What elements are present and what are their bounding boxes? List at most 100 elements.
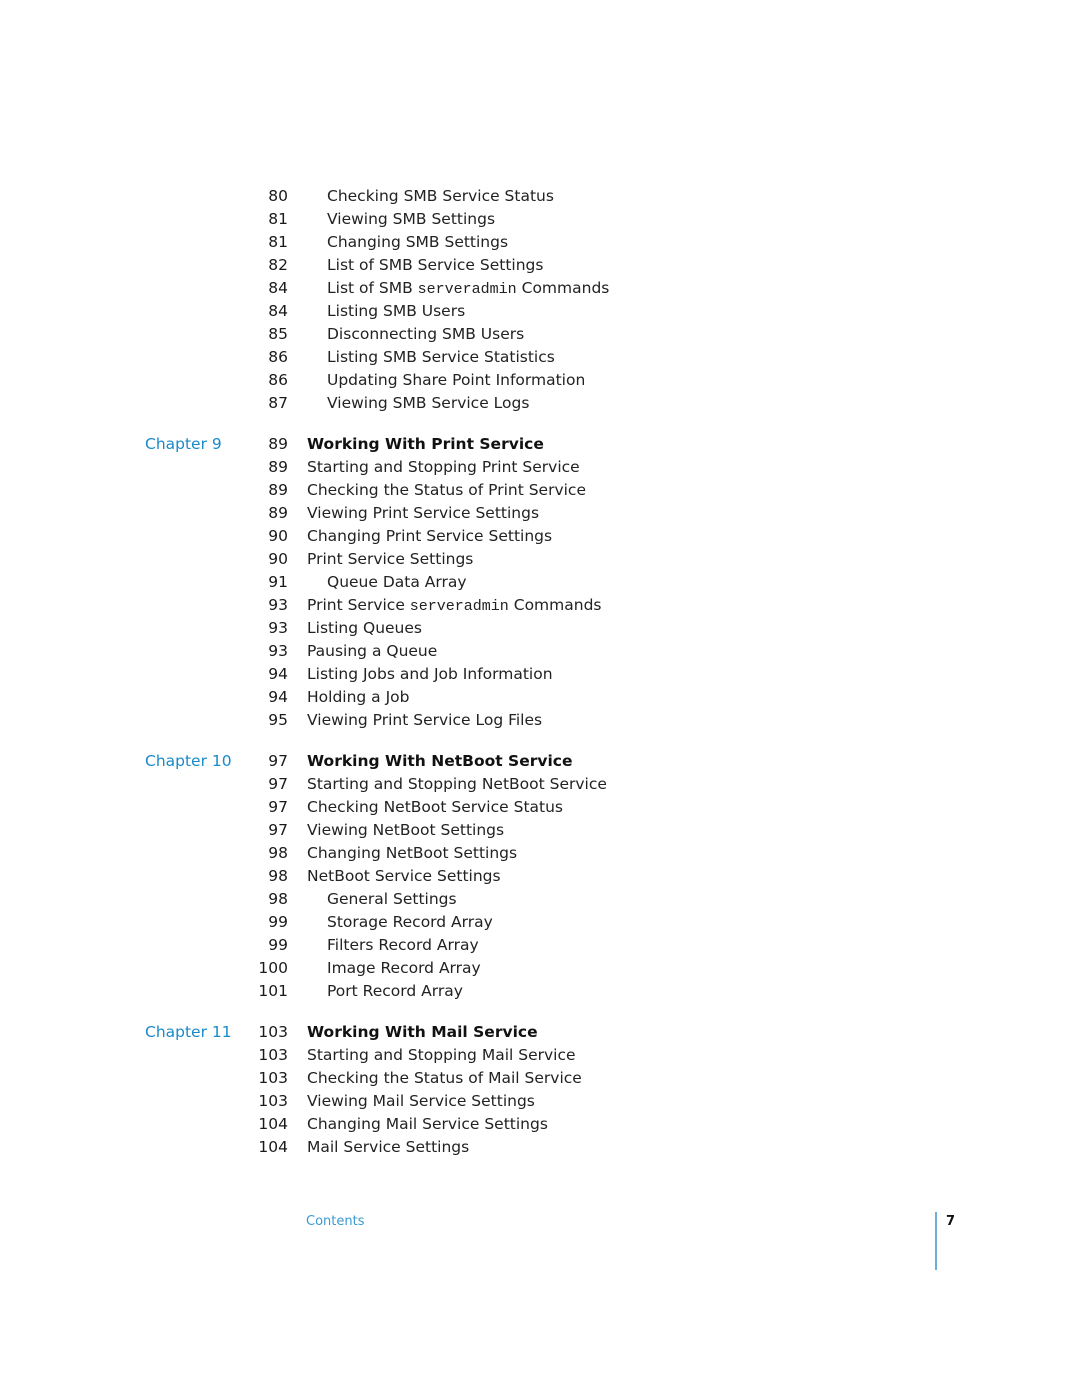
toc-entry[interactable]: 93 Listing Queues — [0, 617, 1080, 640]
title-fragment: Commands — [508, 596, 602, 614]
toc-entry[interactable]: 101 Port Record Array — [0, 980, 1080, 1003]
title-fragment: List of SMB — [327, 279, 418, 297]
toc-entry-title[interactable]: Changing SMB Settings — [327, 231, 508, 254]
toc-entry-title[interactable]: Print Service Settings — [307, 548, 473, 571]
toc-entry[interactable]: 93 Print Service serveradmin Commands — [0, 594, 1080, 617]
toc-entry[interactable]: 81 Viewing SMB Settings — [0, 208, 1080, 231]
toc-page-number: 94 — [268, 688, 288, 706]
toc-entry-title[interactable]: Print Service serveradmin Commands — [307, 594, 602, 618]
toc-entry[interactable]: 94 Listing Jobs and Job Information — [0, 663, 1080, 686]
toc-entry-title[interactable]: Viewing SMB Settings — [327, 208, 495, 231]
toc-entry[interactable]: 89 Checking the Status of Print Service — [0, 479, 1080, 502]
toc-entry-title[interactable]: Working With Mail Service — [307, 1021, 538, 1044]
toc-entry[interactable]: 80 Checking SMB Service Status — [0, 185, 1080, 208]
toc-entry-title[interactable]: Listing Jobs and Job Information — [307, 663, 553, 686]
toc-entry-title[interactable]: Filters Record Array — [327, 934, 479, 957]
command-name: serveradmin — [417, 281, 517, 298]
toc-entry-title[interactable]: Checking the Status of Print Service — [307, 479, 586, 502]
toc-entry[interactable]: 103 Checking the Status of Mail Service — [0, 1067, 1080, 1090]
toc-entry[interactable]: 98 General Settings — [0, 888, 1080, 911]
toc-entry[interactable]: 85 Disconnecting SMB Users — [0, 323, 1080, 346]
toc-entry-title[interactable]: Changing Print Service Settings — [307, 525, 552, 548]
toc-entry-title[interactable]: Checking SMB Service Status — [327, 185, 554, 208]
toc-entry[interactable]: 86 Updating Share Point Information — [0, 369, 1080, 392]
footer-divider — [935, 1212, 937, 1270]
toc-entry-title[interactable]: Starting and Stopping Print Service — [307, 456, 580, 479]
toc-entry[interactable]: 82 List of SMB Service Settings — [0, 254, 1080, 277]
toc-entry[interactable]: 97 Viewing NetBoot Settings — [0, 819, 1080, 842]
toc-entry-title[interactable]: Checking NetBoot Service Status — [307, 796, 563, 819]
toc-entry[interactable]: 86 Listing SMB Service Statistics — [0, 346, 1080, 369]
toc-entry[interactable]: 103 Starting and Stopping Mail Service — [0, 1044, 1080, 1067]
toc-entry-title[interactable]: Viewing SMB Service Logs — [327, 392, 529, 415]
chapter-heading-entry[interactable]: Chapter 11 103 Working With Mail Service — [0, 1021, 1080, 1044]
toc-page-number: 103 — [258, 1092, 288, 1110]
toc-entry-title[interactable]: Disconnecting SMB Users — [327, 323, 524, 346]
chapter-label[interactable]: Chapter 11 — [145, 1021, 232, 1044]
toc-entry[interactable]: 99 Filters Record Array — [0, 934, 1080, 957]
toc-entry-title[interactable]: Listing Queues — [307, 617, 422, 640]
command-name: serveradmin — [409, 598, 509, 615]
toc-entry-title[interactable]: List of SMB Service Settings — [327, 254, 543, 277]
toc-entry-title[interactable]: Holding a Job — [307, 686, 410, 709]
toc-entry-title[interactable]: Listing SMB Users — [327, 300, 465, 323]
toc-entry[interactable]: 93 Pausing a Queue — [0, 640, 1080, 663]
toc-page-number: 86 — [268, 348, 288, 366]
toc-entry-title[interactable]: Changing Mail Service Settings — [307, 1113, 548, 1136]
toc-entry[interactable]: 104 Changing Mail Service Settings — [0, 1113, 1080, 1136]
toc-entry-title[interactable]: Image Record Array — [327, 957, 481, 980]
toc-entry[interactable]: 94 Holding a Job — [0, 686, 1080, 709]
toc-entry-title[interactable]: Viewing Mail Service Settings — [307, 1090, 535, 1113]
toc-entry-title[interactable]: Working With NetBoot Service — [307, 750, 572, 773]
toc-entry-title[interactable]: Viewing NetBoot Settings — [307, 819, 504, 842]
toc-entry[interactable]: 90 Print Service Settings — [0, 548, 1080, 571]
toc-page-number: 89 — [268, 458, 288, 476]
toc-entry[interactable]: 99 Storage Record Array — [0, 911, 1080, 934]
toc-entry-title[interactable]: Checking the Status of Mail Service — [307, 1067, 582, 1090]
toc-entry-title[interactable]: Changing NetBoot Settings — [307, 842, 517, 865]
toc-entry[interactable]: 95 Viewing Print Service Log Files — [0, 709, 1080, 732]
toc-entry-title[interactable]: Storage Record Array — [327, 911, 493, 934]
toc-entry-title[interactable]: Pausing a Queue — [307, 640, 437, 663]
toc-entry[interactable]: 103 Viewing Mail Service Settings — [0, 1090, 1080, 1113]
toc-page-number: 103 — [258, 1046, 288, 1064]
toc-entry[interactable]: 84 Listing SMB Users — [0, 300, 1080, 323]
toc-entry-title[interactable]: Mail Service Settings — [307, 1136, 469, 1159]
toc-entry-title[interactable]: Viewing Print Service Log Files — [307, 709, 542, 732]
toc-entry[interactable]: 84 List of SMB serveradmin Commands — [0, 277, 1080, 300]
toc-entry-title[interactable]: NetBoot Service Settings — [307, 865, 501, 888]
toc-page-number: 98 — [268, 867, 288, 885]
chapter-label[interactable]: Chapter 9 — [145, 433, 222, 456]
toc-page-number: 93 — [268, 642, 288, 660]
toc-entry-title[interactable]: Port Record Array — [327, 980, 463, 1003]
chapter-label[interactable]: Chapter 10 — [145, 750, 232, 773]
toc-entry[interactable]: 104 Mail Service Settings — [0, 1136, 1080, 1159]
toc-entry-title[interactable]: Viewing Print Service Settings — [307, 502, 539, 525]
chapter-heading-entry[interactable]: Chapter 10 97 Working With NetBoot Service — [0, 750, 1080, 773]
toc-entry[interactable]: 98 NetBoot Service Settings — [0, 865, 1080, 888]
toc-entry[interactable]: 91 Queue Data Array — [0, 571, 1080, 594]
toc-entry[interactable]: 100 Image Record Array — [0, 957, 1080, 980]
toc-entry-title[interactable]: Working With Print Service — [307, 433, 544, 456]
toc-entry-title[interactable]: Queue Data Array — [327, 571, 467, 594]
toc-entry[interactable]: 90 Changing Print Service Settings — [0, 525, 1080, 548]
toc-page-number: 103 — [258, 1069, 288, 1087]
chapter-heading-entry[interactable]: Chapter 9 89 Working With Print Service — [0, 433, 1080, 456]
footer-section-link[interactable]: Contents — [306, 1214, 364, 1229]
toc-entry-title[interactable]: List of SMB serveradmin Commands — [327, 277, 609, 301]
toc-entry-title[interactable]: Starting and Stopping Mail Service — [307, 1044, 576, 1067]
toc-entry-title[interactable]: General Settings — [327, 888, 457, 911]
toc-page-number: 84 — [268, 279, 288, 297]
toc-entry-title[interactable]: Updating Share Point Information — [327, 369, 585, 392]
toc-entry[interactable]: 97 Starting and Stopping NetBoot Service — [0, 773, 1080, 796]
toc-entry[interactable]: 89 Starting and Stopping Print Service — [0, 456, 1080, 479]
toc-entry[interactable]: 87 Viewing SMB Service Logs — [0, 392, 1080, 415]
toc-entry[interactable]: 81 Changing SMB Settings — [0, 231, 1080, 254]
toc-entry[interactable]: 89 Viewing Print Service Settings — [0, 502, 1080, 525]
toc-entry[interactable]: 98 Changing NetBoot Settings — [0, 842, 1080, 865]
toc-entry[interactable]: 97 Checking NetBoot Service Status — [0, 796, 1080, 819]
toc-entry-title[interactable]: Starting and Stopping NetBoot Service — [307, 773, 607, 796]
toc-page-number: 97 — [268, 798, 288, 816]
toc-entry-title[interactable]: Listing SMB Service Statistics — [327, 346, 555, 369]
table-of-contents: 80 Checking SMB Service Status 81 Viewing S… — [0, 185, 1080, 1159]
